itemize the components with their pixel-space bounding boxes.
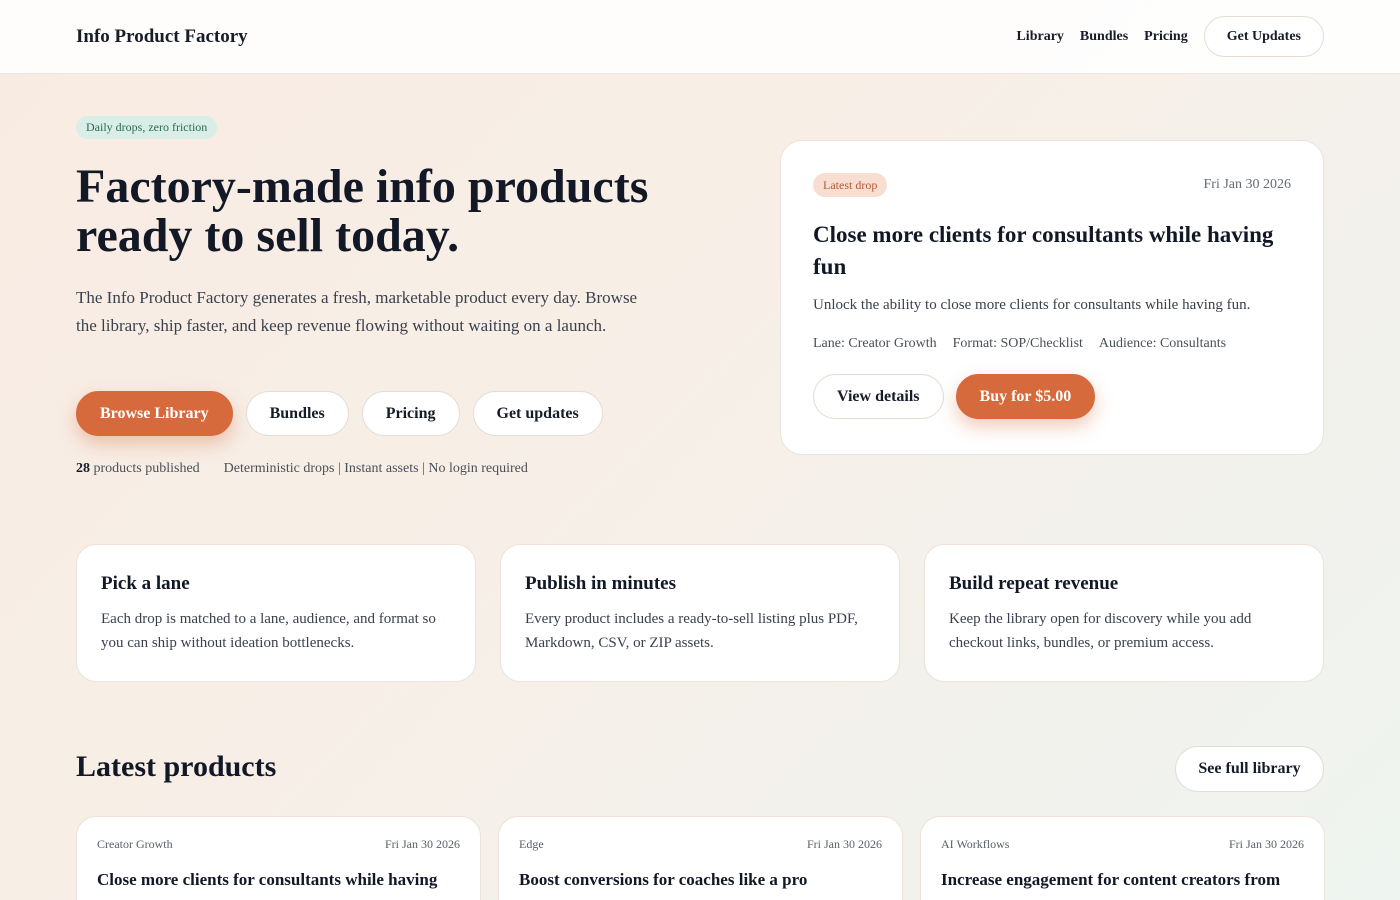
- main-nav: Library Bundles Pricing Get Updates: [1016, 16, 1324, 57]
- latest-drop-card: Latest drop Fri Jan 30 2026 Close more c…: [780, 140, 1324, 455]
- bundles-button[interactable]: Bundles: [245, 391, 349, 436]
- product-card[interactable]: Creator Growth Fri Jan 30 2026 Close mor…: [76, 816, 481, 900]
- product-title[interactable]: Increase engagement for content creators…: [941, 870, 1304, 890]
- drop-date: Fri Jan 30 2026: [1203, 177, 1292, 192]
- hero-stats: 28 products published Deterministic drop…: [76, 461, 528, 477]
- product-list: Creator Growth Fri Jan 30 2026 Close mor…: [76, 816, 1325, 900]
- nav-pricing[interactable]: Pricing: [1144, 29, 1188, 45]
- product-title[interactable]: Close more clients for consultants while…: [97, 870, 460, 890]
- feature-title: Build repeat revenue: [949, 573, 1119, 594]
- product-lane: Edge: [519, 837, 544, 851]
- drop-lane: Lane: Creator Growth: [813, 336, 937, 351]
- feature-text: Each drop is matched to a lane, audience…: [101, 611, 436, 651]
- hero-title: Factory-made info products ready to sell…: [76, 160, 649, 262]
- product-date: Fri Jan 30 2026: [1229, 837, 1304, 851]
- feature-title: Publish in minutes: [525, 573, 676, 594]
- feature-cards: Pick a lane Each drop is matched to a la…: [76, 544, 1324, 682]
- drop-description: Unlock the ability to close more clients…: [813, 297, 1251, 313]
- latest-drop-badge: Latest drop: [813, 173, 888, 197]
- products-count-label: products published: [93, 461, 200, 476]
- hero-description: The Info Product Factory generates a fre…: [76, 288, 638, 335]
- feature-card: Pick a lane Each drop is matched to a la…: [76, 544, 476, 682]
- product-lane: Creator Growth: [97, 837, 173, 851]
- drop-actions: View details Buy for $5.00: [813, 374, 1291, 419]
- product-card-header: AI Workflows Fri Jan 30 2026: [941, 837, 1304, 852]
- get-updates-hero-button[interactable]: Get updates: [472, 391, 603, 436]
- drop-meta: Lane: Creator Growth Format: SOP/Checkli…: [813, 336, 1291, 352]
- see-full-library-button[interactable]: See full library: [1175, 746, 1324, 792]
- product-date: Fri Jan 30 2026: [385, 837, 460, 851]
- product-card-header: Creator Growth Fri Jan 30 2026: [97, 837, 460, 852]
- products-count-value: 28: [76, 461, 90, 476]
- feature-title: Pick a lane: [101, 573, 190, 594]
- nav-library[interactable]: Library: [1016, 29, 1063, 45]
- nav-bundles[interactable]: Bundles: [1080, 29, 1128, 45]
- hero-actions: Browse Library Bundles Pricing Get updat…: [76, 391, 603, 436]
- drop-card-header: Latest drop Fri Jan 30 2026: [813, 173, 1291, 197]
- brand-logo[interactable]: Info Product Factory: [76, 26, 248, 48]
- pricing-button[interactable]: Pricing: [361, 391, 460, 436]
- feature-card: Build repeat revenue Keep the library op…: [924, 544, 1324, 682]
- hero-tag: Daily drops, zero friction: [76, 116, 218, 139]
- top-bar: Info Product Factory Library Bundles Pri…: [0, 0, 1400, 74]
- drop-format: Format: SOP/Checklist: [952, 336, 1083, 351]
- product-card[interactable]: AI Workflows Fri Jan 30 2026 Increase en…: [920, 816, 1325, 900]
- product-lane: AI Workflows: [941, 837, 1010, 851]
- product-title[interactable]: Boost conversions for coaches like a pro: [519, 870, 882, 890]
- feature-text: Keep the library open for discovery whil…: [949, 611, 1252, 651]
- feature-card: Publish in minutes Every product include…: [500, 544, 900, 682]
- latest-products-title: Latest products: [76, 750, 277, 783]
- products-count: 28 products published: [76, 461, 200, 477]
- buy-button[interactable]: Buy for $5.00: [955, 374, 1096, 419]
- product-date: Fri Jan 30 2026: [807, 837, 882, 851]
- get-updates-button[interactable]: Get Updates: [1203, 16, 1324, 57]
- product-card-header: Edge Fri Jan 30 2026: [519, 837, 882, 852]
- view-details-button[interactable]: View details: [813, 374, 944, 419]
- drop-audience: Audience: Consultants: [1098, 336, 1227, 351]
- drop-title: Close more clients for consultants while…: [813, 222, 1274, 279]
- product-card[interactable]: Edge Fri Jan 30 2026 Boost conversions f…: [498, 816, 903, 900]
- feature-text: Every product includes a ready-to-sell l…: [525, 611, 858, 651]
- browse-library-button[interactable]: Browse Library: [76, 391, 233, 436]
- hero-feature-list: Deterministic drops | Instant assets | N…: [223, 461, 528, 476]
